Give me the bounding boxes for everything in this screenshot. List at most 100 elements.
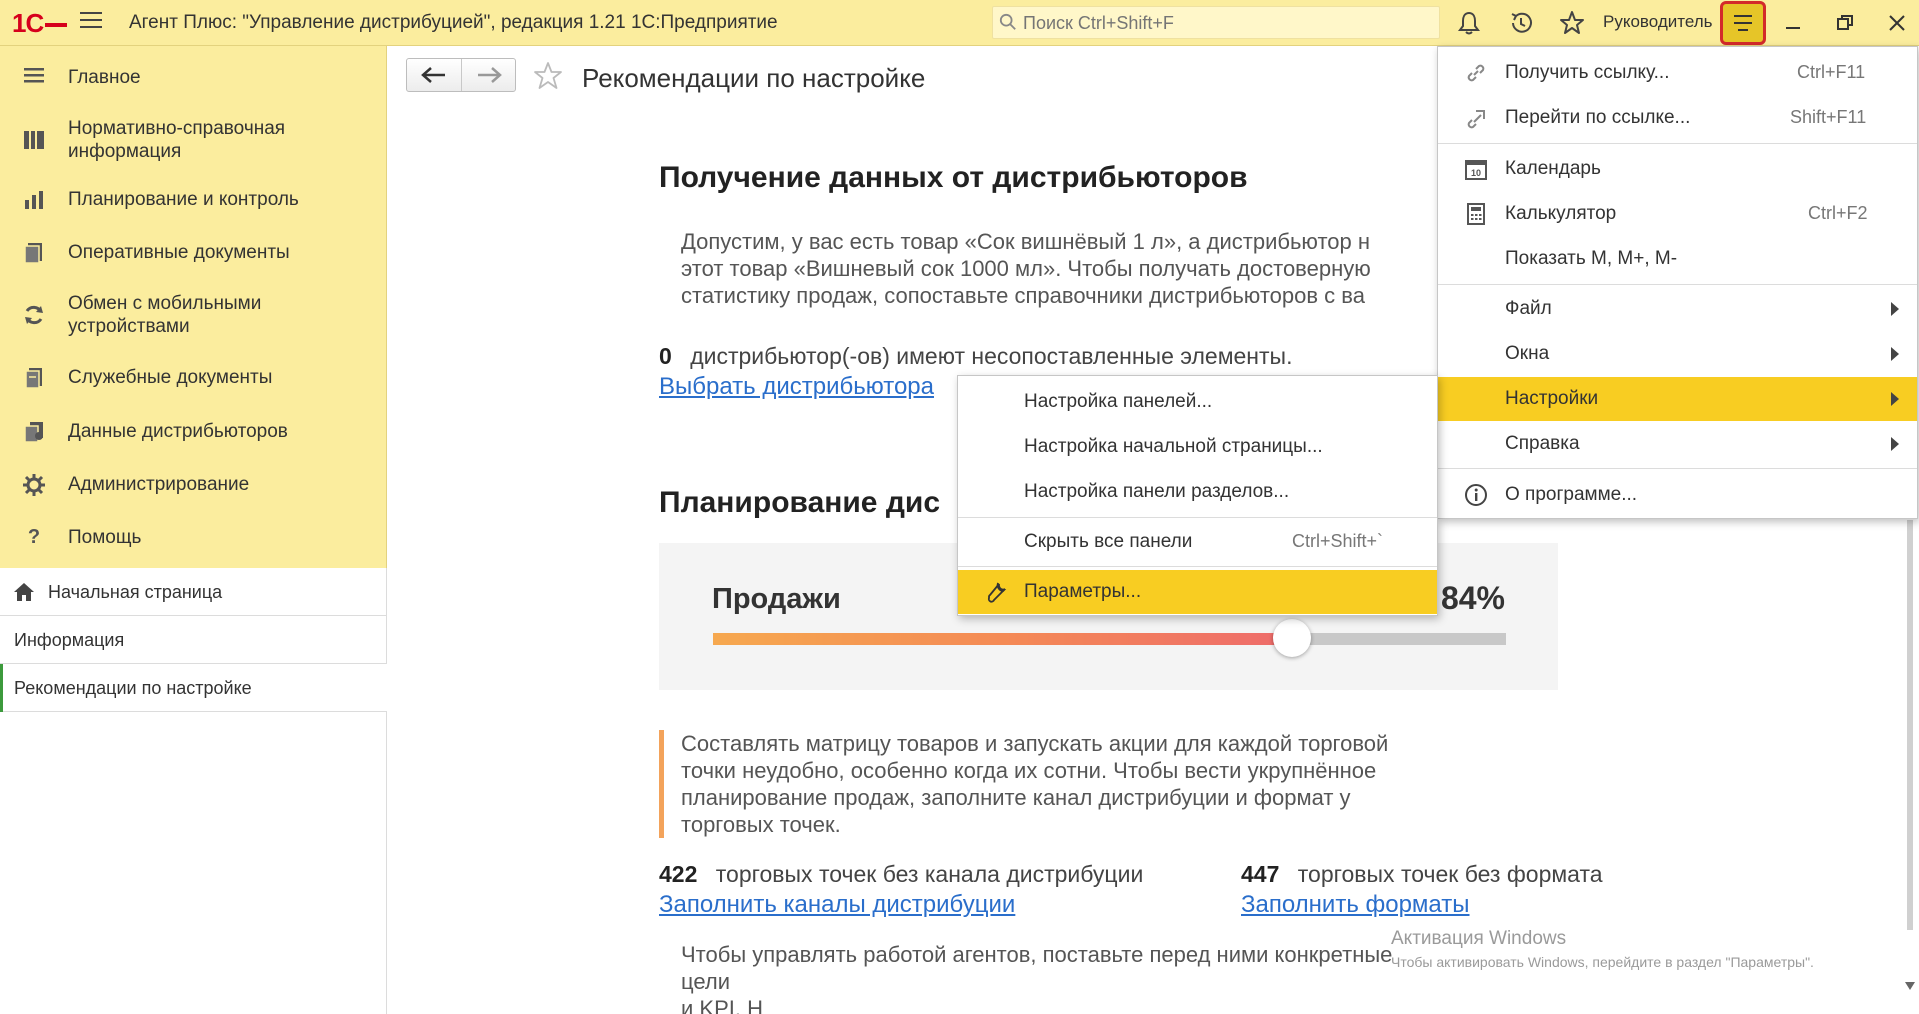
service-docs-icon (25, 368, 42, 389)
menu-item-follow-link[interactable]: Перейти по ссылке... Shift+F11 (1438, 96, 1917, 140)
menu-icon (24, 68, 44, 83)
menu-item-label: Настройка начальной страницы... (1024, 436, 1323, 457)
submenu-item-home-page-settings[interactable]: Настройка начальной страницы... (958, 425, 1437, 469)
agents-description: Чтобы управлять работой агентов, поставь… (681, 941, 1481, 1014)
bell-icon[interactable] (1455, 9, 1483, 37)
section-service-docs[interactable]: Служебные документы (0, 360, 387, 400)
history-icon[interactable] (1507, 9, 1535, 37)
menu-item-windows[interactable]: Окна (1438, 332, 1917, 376)
wrench-icon (987, 582, 1007, 603)
menu-item-label: Настройка панели разделов... (1024, 481, 1290, 502)
menu-item-label: Показать M, M+, M- (1505, 248, 1678, 269)
menu-item-help[interactable]: Справка (1438, 422, 1917, 466)
main-menu-dropdown: Получить ссылку... Ctrl+F11 Перейти по с… (1437, 46, 1918, 519)
1c-logo: 1С (12, 8, 68, 39)
vertical-scrollbar[interactable] (1904, 520, 1916, 1000)
menu-item-about[interactable]: О программе... (1438, 473, 1917, 517)
follow-link-icon (1467, 110, 1485, 129)
menu-item-label: О программе... (1505, 484, 1638, 505)
menu-item-calendar[interactable]: 10 Календарь (1438, 147, 1917, 191)
menu-item-label: Окна (1505, 343, 1550, 364)
open-window-recommendations[interactable]: Рекомендации по настройке (0, 664, 387, 712)
back-arrow-icon[interactable] (407, 59, 461, 91)
menu-item-show-memory[interactable]: Показать M, M+, M- (1438, 237, 1917, 281)
section-label: Данные дистрибьюторов (68, 421, 288, 442)
submenu-item-sections-panel-settings[interactable]: Настройка панели разделов... (958, 470, 1437, 514)
submenu-arrow-icon (1891, 392, 1899, 406)
search-box[interactable] (992, 6, 1440, 39)
no-channel-stat: 422 торговых точек без канала дистрибуци… (659, 861, 1143, 888)
section-mobile-exchange[interactable]: Обмен с мобильными устройствами (0, 289, 387, 341)
menu-item-label: Параметры... (1024, 581, 1142, 602)
section-label: Помощь (68, 527, 142, 548)
navigation-buttons (406, 58, 516, 92)
menu-item-label: Скрыть все панели (1024, 531, 1193, 552)
sales-progress-track (713, 619, 1506, 657)
section-heading-planning: Планирование дис (659, 486, 941, 519)
description-line: этот товар «Вишневый сок 1000 мл». Чтобы… (681, 256, 1371, 281)
menu-item-label: Получить ссылку... (1505, 62, 1670, 83)
stat-text: торговых точек без формата (1297, 861, 1603, 887)
section-label: Обмен с мобильными устройствами (68, 293, 262, 337)
description-line: торговых точек. (681, 812, 841, 837)
open-window-home[interactable]: Начальная страница (0, 568, 387, 616)
section-heading-distributors: Получение данных от дистрибьюторов (659, 161, 1248, 194)
menu-item-file[interactable]: Файл (1438, 287, 1917, 331)
hamburger-menu-icon[interactable] (80, 12, 102, 32)
sections-panel: Главное Нормативно-справочная информация… (0, 46, 387, 568)
stat-count: 447 (1241, 861, 1280, 887)
description-line: планирование продаж, заполните канал дис… (681, 785, 1351, 810)
open-windows-panel: Начальная страница Информация Рекомендац… (0, 568, 387, 1014)
menu-item-shortcut: Ctrl+F11 (1797, 62, 1866, 82)
description-line: цели (681, 969, 730, 994)
section-reference-info[interactable]: Нормативно-справочная информация (0, 114, 387, 166)
section-distributor-data[interactable]: Данные дистрибьюторов (0, 414, 387, 454)
section-planning[interactable]: Планирование и контроль (0, 182, 387, 222)
chart-icon (25, 191, 43, 209)
description-line: Составлять матрицу товаров и запускать а… (681, 731, 1389, 756)
description-line: Чтобы управлять работой агентов, поставь… (681, 942, 1393, 967)
description-line: и KPI. Н (681, 996, 763, 1014)
gear-icon (23, 474, 45, 496)
search-input[interactable] (1023, 11, 1423, 35)
add-to-favorites-star-icon[interactable] (532, 60, 564, 92)
fill-channels-link[interactable]: Заполнить каналы дистрибуции (659, 891, 1015, 919)
submenu-item-panels-settings[interactable]: Настройка панелей... (958, 380, 1437, 424)
submenu-item-hide-all-panels[interactable]: Скрыть все панели Ctrl+Shift+` (958, 520, 1437, 564)
select-distributor-link[interactable]: Выбрать дистрибьютора (659, 373, 934, 401)
section-operational-docs[interactable]: Оперативные документы (0, 235, 387, 275)
section-administration[interactable]: Администрирование (0, 467, 387, 507)
home-icon (14, 583, 34, 601)
favorites-star-icon[interactable] (1558, 9, 1586, 37)
sales-label: Продажи (712, 583, 841, 615)
page-title: Рекомендации по настройке (582, 63, 926, 93)
open-window-label: Начальная страница (48, 582, 223, 602)
svg-text:10: 10 (1471, 168, 1481, 178)
section-label: Планирование и контроль (68, 189, 299, 210)
current-user[interactable]: Руководитель (1603, 12, 1713, 32)
submenu-item-parameters[interactable]: Параметры... (958, 570, 1437, 614)
menu-item-settings[interactable]: Настройки (1438, 377, 1917, 421)
sync-icon (25, 305, 43, 325)
windows-activation-title: Активация Windows (1391, 928, 1567, 949)
restore-icon[interactable] (1832, 10, 1858, 36)
section-label: Нормативно-справочная информация (68, 118, 286, 162)
description-line: Допустим, у вас есть товар «Сок вишнёвый… (681, 229, 1371, 254)
main-menu-button[interactable] (1720, 1, 1766, 45)
unmatched-distributors-stat: 0 дистрибьютор(-ов) имеют несопоставленн… (659, 343, 1292, 370)
section-label: Оперативные документы (68, 242, 290, 263)
fill-formats-link[interactable]: Заполнить форматы (1241, 891, 1470, 919)
forward-arrow-icon[interactable] (462, 59, 516, 91)
section-help[interactable]: ? Помощь (0, 520, 387, 560)
help-icon: ? (27, 526, 41, 548)
menu-item-calculator[interactable]: Калькулятор Ctrl+F2 (1438, 192, 1917, 236)
open-window-info[interactable]: Информация (0, 616, 387, 664)
menu-item-get-link[interactable]: Получить ссылку... Ctrl+F11 (1438, 51, 1917, 95)
distributor-data-icon (24, 422, 43, 443)
section-label: Служебные документы (68, 367, 273, 388)
close-icon[interactable] (1884, 10, 1910, 36)
sales-progress-knob (1272, 619, 1311, 657)
minimize-icon[interactable] (1780, 10, 1806, 36)
section-main[interactable]: Главное (0, 60, 387, 100)
section-label: Администрирование (68, 474, 250, 495)
